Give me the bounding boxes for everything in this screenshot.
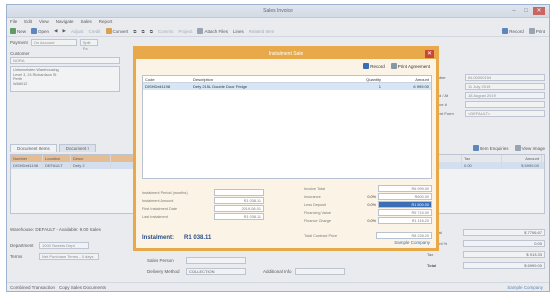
- percent-field[interactable]: 0.0%: [348, 219, 376, 223]
- dialog-record-button[interactable]: Record: [363, 63, 385, 69]
- instalment-sale-dialog: Instalment Sale ✕ Record Print Agreement…: [133, 46, 439, 251]
- instalment-label: Instalment:: [142, 235, 175, 241]
- print-agreement-button[interactable]: Print Agreement: [390, 63, 430, 69]
- table-cell: DISHDeli1198: [145, 84, 171, 89]
- table-cell: 1: [378, 84, 381, 89]
- percent-field[interactable]: 0.0%: [348, 203, 376, 207]
- first-instalment-date-label: First Instalment Date: [142, 206, 178, 211]
- insurance-label: Insurance: [304, 194, 321, 199]
- instalment-amount-field[interactable]: R1 038.11: [214, 197, 264, 204]
- last-instalment-field[interactable]: R1 038.11: [214, 213, 264, 220]
- instalment-period-label: Instalment Period (months): [142, 190, 188, 195]
- column-header[interactable]: Code: [143, 76, 191, 82]
- table-cell: Defy 215L Double Door Fridge: [193, 84, 248, 89]
- last-instalment-label: Last Instalment: [142, 214, 168, 219]
- less-deposit-label: Less Deposit: [304, 202, 326, 207]
- finance-charge-field[interactable]: R1 116.20: [378, 217, 432, 224]
- dialog-company-name: Sample Company: [394, 240, 430, 245]
- financing-value-field: R5 715.00: [378, 209, 432, 216]
- column-header[interactable]: Quantity: [339, 76, 383, 82]
- percent-field[interactable]: 0.0%: [348, 195, 376, 199]
- less-deposit-field[interactable]: R1 500.00: [378, 201, 432, 208]
- sales-invoice-window: Sales Invoice – □ ✕ File Edit View Navig…: [6, 4, 550, 292]
- invoice-total-label: Invoice Total: [304, 186, 326, 191]
- dialog-close-button[interactable]: ✕: [425, 50, 434, 58]
- instalment-value: R1 038.11: [184, 235, 212, 241]
- table-row[interactable]: DISHDeli1198 Defy 215L Double Door Fridg…: [143, 83, 431, 90]
- dialog-title: Instalment Sale: [268, 51, 304, 57]
- instalment-summary: Instalment: R1 038.11: [142, 235, 211, 241]
- dialog-title-bar: Instalment Sale ✕: [136, 49, 436, 59]
- financing-value-label: Financing Value: [304, 210, 331, 215]
- total-contract-price-field: R8 228.20: [376, 232, 432, 239]
- insurance-field[interactable]: R600.00: [378, 193, 432, 200]
- table-cell: 6 999.00: [413, 84, 429, 89]
- printer-icon: [390, 63, 397, 69]
- first-instalment-date-field[interactable]: 2019-08-01: [214, 205, 264, 212]
- record-icon: [363, 63, 370, 69]
- column-header[interactable]: Amount: [383, 76, 431, 82]
- instalment-items-grid[interactable]: Code Description Quantity Amount DISHDel…: [142, 75, 432, 179]
- column-header[interactable]: Description: [191, 76, 339, 82]
- instalment-period-field[interactable]: [214, 189, 264, 196]
- instalment-amount-label: Instalment Amount: [142, 198, 174, 203]
- invoice-total-field: R6 999.00: [378, 185, 432, 192]
- finance-charge-label: Finance Charge: [304, 218, 332, 223]
- total-contract-price-label: Total Contract Price: [304, 233, 338, 238]
